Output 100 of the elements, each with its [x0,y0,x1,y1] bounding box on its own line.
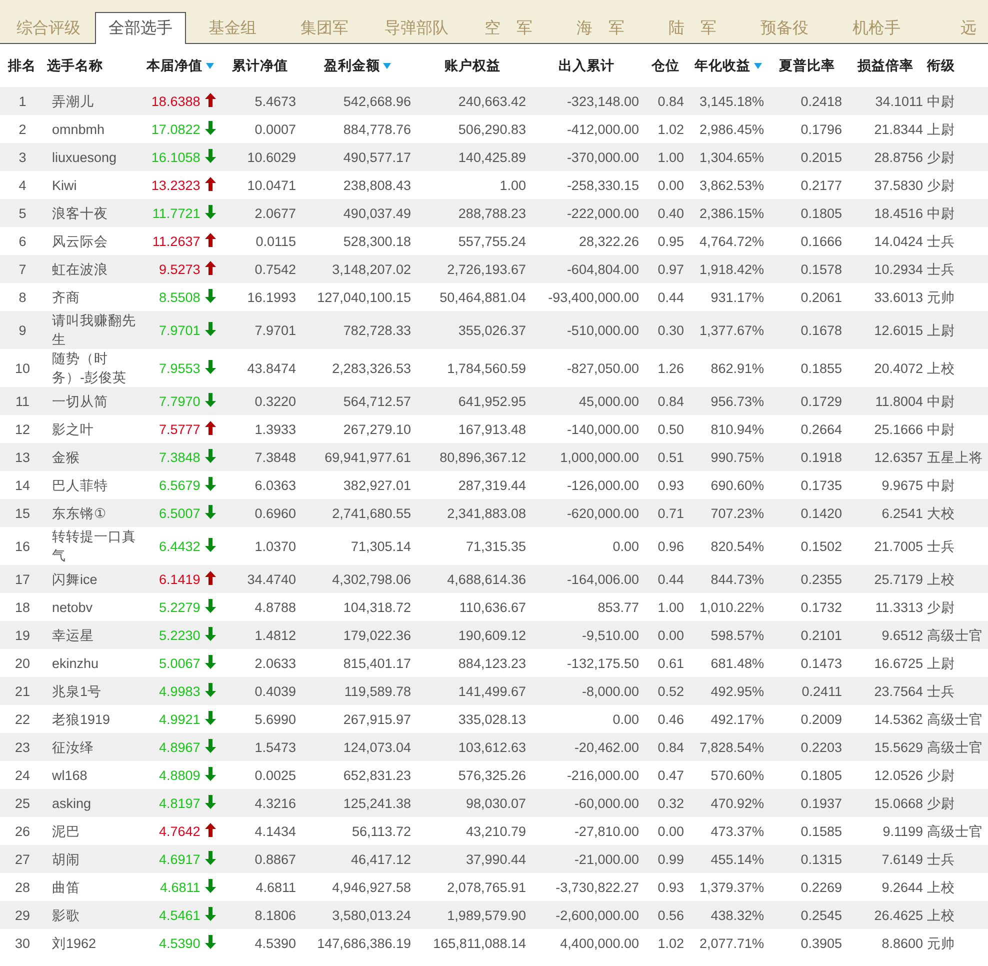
military-rank: 士兵 [927,852,955,866]
column-header[interactable]: 选手名称 [47,56,103,74]
military-rank: 元帅 [927,290,955,304]
column-header[interactable]: 年化收益 [694,56,762,74]
position-ratio: 1.26 [658,360,684,376]
net-value: 4.9921 [158,712,200,726]
column-header[interactable]: 排名 [8,56,36,74]
profit-loss-ratio: 14.0424 [874,234,923,248]
rank-cell: 17 [14,572,30,586]
sharpe-ratio: 0.1315 [800,852,842,866]
column-header[interactable]: 损益倍率 [858,56,914,74]
account-equity: 335,028.13 [458,712,526,726]
player-name[interactable]: 风云际会 [52,232,136,250]
cash-flow: 0.00 [612,538,639,554]
position-ratio: 0.44 [658,572,684,586]
annual-return: 956.73% [710,394,764,408]
column-header[interactable]: 衔级 [927,56,955,74]
column-header[interactable]: 盈利金额 [324,56,391,74]
profit-loss-ratio: 25.7179 [874,572,923,586]
military-rank: 上校 [927,572,955,586]
player-name[interactable]: ekinzhu [52,654,136,672]
military-rank: 士兵 [927,684,955,698]
net-value: 6.4432 [158,538,200,554]
military-rank: 上校 [927,908,955,922]
sharpe-ratio: 0.1666 [800,234,842,248]
rank-cell: 7 [18,262,26,276]
profit-amount: 490,577.17 [343,150,411,164]
sort-icon [383,62,391,69]
player-name[interactable]: Kiwi [52,176,136,194]
account-equity: 557,755.24 [458,234,526,248]
profit-amount: 815,401.17 [343,656,411,670]
cash-flow: -3,730,822.27 [556,880,639,894]
military-rank: 上尉 [927,122,955,136]
player-name[interactable]: wl168 [52,766,136,784]
rank-cell: 30 [14,936,30,950]
position-ratio: 0.97 [658,262,684,276]
net-value: 7.5777 [158,422,200,436]
player-name[interactable]: 齐商 [52,288,136,306]
profit-amount: 2,741,680.55 [332,506,411,520]
profit-loss-ratio: 28.8756 [874,150,923,164]
position-ratio: 0.93 [658,478,684,492]
position-ratio: 0.50 [658,422,684,436]
rank-cell: 18 [14,600,30,614]
account-equity: 165,811,088.14 [433,936,526,950]
player-name[interactable]: 曲笛 [52,878,136,896]
profit-amount: 564,712.57 [343,394,411,408]
cumulative-value: 34.4740 [247,572,296,586]
net-value: 4.8197 [158,796,200,810]
cumulative-value: 1.3933 [254,422,296,436]
rank-cell: 6 [18,234,26,248]
annual-return: 470.92% [710,796,764,810]
military-rank: 少尉 [927,796,955,810]
military-rank: 少尉 [927,150,955,164]
military-rank: 中尉 [927,94,955,108]
cumulative-value: 10.0471 [247,178,296,192]
cumulative-value: 2.0633 [254,656,296,670]
player-name[interactable]: 泥巴 [52,822,136,840]
player-name[interactable]: 影之叶 [52,420,136,438]
military-rank: 中尉 [927,394,955,408]
sharpe-ratio: 0.2664 [800,422,842,436]
player-name[interactable]: 刘1962 [52,934,136,952]
net-value: 5.2279 [158,600,200,614]
player-name[interactable]: 随势（时务）-彭俊英 [52,349,136,387]
account-equity: 506,290.83 [458,122,526,136]
column-header[interactable]: 夏普比率 [779,56,835,74]
sharpe-ratio: 0.1937 [800,796,842,810]
profit-amount: 104,318.72 [343,600,411,614]
net-value: 6.5007 [158,506,200,520]
net-value: 4.8809 [158,768,200,782]
sharpe-ratio: 0.1420 [800,506,842,520]
column-header[interactable]: 本届净值 [146,56,214,74]
cash-flow: -60,000.00 [574,796,639,810]
cash-flow: -412,000.00 [566,122,639,136]
cumulative-value: 6.0363 [254,478,296,492]
rank-cell: 3 [18,150,26,164]
column-header[interactable]: 出入累计 [558,56,614,74]
cash-flow: -216,000.00 [566,768,639,782]
position-ratio: 0.47 [658,768,684,782]
position-ratio: 0.52 [658,684,684,698]
cumulative-value: 1.0370 [254,538,296,554]
column-header[interactable]: 账户权益 [444,56,500,74]
rank-cell: 2 [18,122,26,136]
player-name[interactable]: 转转提一口真气 [52,527,136,565]
player-name[interactable]: netobv [52,598,136,616]
account-equity: 110,636.67 [459,600,526,614]
net-value: 7.3848 [158,450,200,464]
tab[interactable]: 全部选手 [95,12,186,44]
annual-return: 570.60% [710,768,764,782]
annual-return: 820.54% [710,538,764,554]
column-header[interactable]: 仓位 [652,56,680,74]
military-rank: 少尉 [927,768,955,782]
account-equity: 1,989,579.90 [447,908,526,922]
player-name[interactable]: 巴人菲特 [52,476,136,494]
column-header[interactable]: 累计净值 [232,56,288,74]
cumulative-value: 4.5390 [254,936,296,950]
sort-icon [754,62,762,69]
cash-flow: 45,000.00 [578,394,639,408]
player-name[interactable]: omnbmh [52,120,136,138]
player-name[interactable]: 老狼1919 [52,710,136,728]
cash-flow: -126,000.00 [566,478,639,492]
